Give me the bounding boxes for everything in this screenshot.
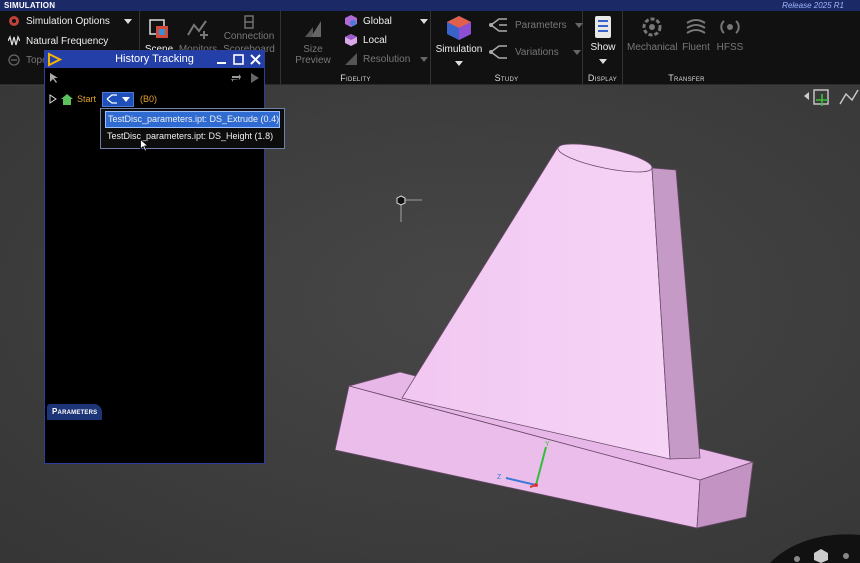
resolution-icon — [345, 53, 357, 65]
viewport-toolbar — [800, 86, 860, 115]
topology-button[interactable]: Topo — [8, 54, 48, 66]
select-arrow-icon[interactable] — [49, 72, 61, 84]
mechanical-button[interactable]: Mechanical — [627, 15, 678, 53]
connection-label: Connection — [223, 31, 275, 42]
resolution-button[interactable]: Resolution — [345, 53, 429, 65]
history-start-row[interactable]: Start (B0) — [49, 91, 157, 107]
display-group: Show Display — [583, 11, 623, 85]
local-label: Local — [363, 34, 387, 46]
study-group: Simulation Parameters Variations Study — [431, 11, 583, 85]
graph-icon[interactable] — [839, 89, 859, 105]
local-icon — [345, 34, 357, 46]
simulation-button[interactable]: Simulation — [435, 15, 483, 69]
show-button[interactable]: Show — [585, 15, 621, 67]
display-group-label: Display — [587, 73, 618, 83]
tab-simulation[interactable]: SIMULATION — [0, 0, 59, 11]
chevron-down-icon[interactable] — [599, 59, 607, 64]
mouse-cursor-icon — [140, 139, 149, 152]
study-group-label: Study — [494, 73, 519, 83]
chevron-down-icon[interactable] — [455, 61, 463, 66]
fluent-label: Fluent — [682, 42, 710, 53]
fluent-icon — [686, 19, 706, 34]
hfss-label: HFSS — [716, 42, 744, 53]
svg-text:Z: Z — [497, 474, 502, 481]
start-label: Start — [77, 94, 97, 104]
chevron-down-icon[interactable] — [419, 18, 428, 24]
size-preview-button[interactable]: Size Preview — [285, 17, 341, 66]
monitors-icon — [187, 20, 208, 39]
size-preview-icon — [305, 21, 321, 37]
variations-button[interactable]: Variations — [489, 44, 581, 60]
refresh-icon[interactable] — [230, 72, 242, 84]
global-button[interactable]: Global — [345, 15, 428, 27]
panel-title-bar[interactable]: History Tracking — [45, 51, 264, 68]
fluent-button[interactable]: Fluent — [679, 15, 713, 53]
parameters-label: Parameters — [515, 19, 567, 31]
simulation-options-label: Simulation Options — [26, 15, 110, 27]
variation-dropdown[interactable] — [102, 91, 135, 107]
chevron-down-icon[interactable] — [572, 49, 581, 55]
expand-arrow-icon[interactable] — [49, 94, 57, 104]
tab-parameters[interactable]: Parameters — [47, 404, 103, 420]
chevron-down-icon[interactable] — [574, 22, 583, 28]
natural-frequency-label: Natural Frequency — [26, 35, 109, 47]
variations-icon — [489, 44, 509, 60]
resolution-label: Resolution — [363, 53, 411, 65]
parameters-button[interactable]: Parameters — [489, 17, 583, 33]
fidelity-group: Size Preview Global Local Resolution Fid… — [281, 11, 431, 85]
minimize-icon[interactable] — [215, 53, 228, 66]
svg-text:Y: Y — [545, 441, 550, 448]
collapse-left-icon[interactable] — [804, 92, 809, 100]
chevron-down-icon[interactable] — [122, 96, 131, 102]
transfer-group-label: Transfer — [668, 73, 705, 83]
variations-label: Variations — [515, 46, 559, 58]
chevron-down-icon[interactable] — [420, 56, 429, 62]
transfer-group: Mechanical Fluent HFSS Transfer — [623, 11, 750, 85]
release-label: Release 2025 R1 — [782, 1, 844, 10]
show-label: Show — [590, 42, 616, 53]
global-icon — [345, 15, 357, 27]
app-header: SIMULATION Release 2025 R1 — [0, 0, 860, 11]
variation-dropdown-list: TestDisc_parameters.ipt: DS_Extrude (0.4… — [100, 108, 285, 149]
hfss-icon — [720, 20, 740, 34]
add-view-icon[interactable] — [813, 89, 829, 106]
natural-frequency-button[interactable]: Natural Frequency — [7, 35, 109, 47]
wave-icon — [7, 35, 21, 47]
mechanical-icon — [642, 17, 662, 37]
show-icon — [595, 16, 611, 38]
simulation-options-button[interactable]: Simulation Options — [8, 15, 132, 27]
chevron-down-icon[interactable] — [123, 18, 132, 24]
fidelity-group-label: Fidelity — [340, 73, 371, 83]
home-icon — [61, 93, 73, 105]
hfss-button[interactable]: HFSS — [715, 15, 745, 53]
connection-icon — [244, 15, 254, 29]
mechanical-label: Mechanical — [627, 42, 678, 53]
variations-icon — [106, 94, 118, 104]
dropdown-option-extrude[interactable]: TestDisc_parameters.ipt: DS_Extrude (0.4… — [105, 111, 280, 128]
maximize-icon[interactable] — [232, 53, 245, 66]
panel-toolbar — [45, 68, 264, 88]
global-label: Global — [363, 15, 392, 27]
play-icon[interactable] — [250, 72, 260, 84]
dropdown-option-height[interactable]: TestDisc_parameters.ipt: DS_Height (1.8) — [105, 128, 280, 145]
scene-icon — [149, 19, 168, 38]
topology-icon — [8, 54, 20, 66]
local-button[interactable]: Local — [345, 34, 387, 46]
branch-badge: (B0) — [140, 94, 158, 104]
simulation-label: Simulation — [435, 44, 483, 55]
parameters-icon — [489, 17, 509, 33]
size-preview-label: Size Preview — [295, 44, 331, 66]
close-icon[interactable] — [249, 53, 262, 66]
simulation-cube-icon — [447, 16, 471, 40]
gear-icon — [8, 15, 20, 27]
